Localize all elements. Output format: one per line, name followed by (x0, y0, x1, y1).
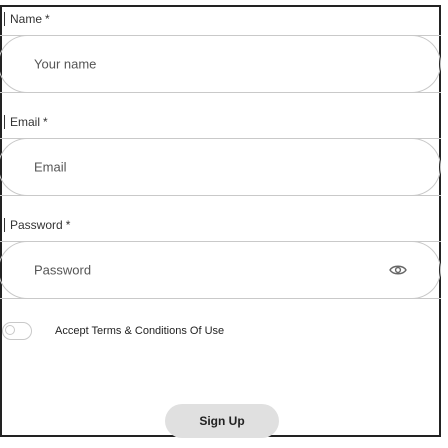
password-label-row: Password * (4, 218, 70, 232)
email-label: Email (10, 115, 41, 129)
email-placeholder: Email (34, 159, 67, 175)
email-field[interactable]: Email (0, 137, 441, 196)
password-placeholder: Password (34, 262, 92, 278)
label-marker (4, 218, 5, 232)
label-marker (4, 115, 5, 129)
signup-form: Name * Your name Email * Email Password … (0, 0, 448, 448)
field-cap-right (411, 137, 441, 196)
password-label: Password (10, 218, 63, 232)
eye-icon[interactable] (389, 263, 407, 277)
sign-up-button[interactable]: Sign Up (165, 404, 279, 438)
name-label-row: Name * (4, 12, 50, 26)
terms-label: Accept Terms & Conditions Of Use (55, 325, 225, 337)
required-mark: * (45, 12, 50, 26)
name-field[interactable]: Your name (0, 34, 441, 93)
required-mark: * (65, 218, 71, 232)
form-border-top (0, 5, 441, 7)
field-cap-left (0, 240, 28, 299)
name-placeholder: Your name (34, 56, 97, 72)
terms-row: Accept Terms & Conditions Of Use (2, 322, 224, 340)
password-field[interactable]: Password (0, 240, 441, 299)
toggle-knob (5, 325, 15, 335)
field-cap-right (411, 240, 441, 299)
field-cap-left (0, 137, 28, 196)
label-marker (4, 12, 5, 26)
email-label-row: Email * (4, 115, 48, 129)
name-label: Name (10, 12, 43, 26)
required-mark: * (43, 115, 48, 129)
field-cap-right (411, 34, 441, 93)
terms-toggle[interactable] (2, 322, 32, 340)
field-cap-left (0, 34, 28, 93)
